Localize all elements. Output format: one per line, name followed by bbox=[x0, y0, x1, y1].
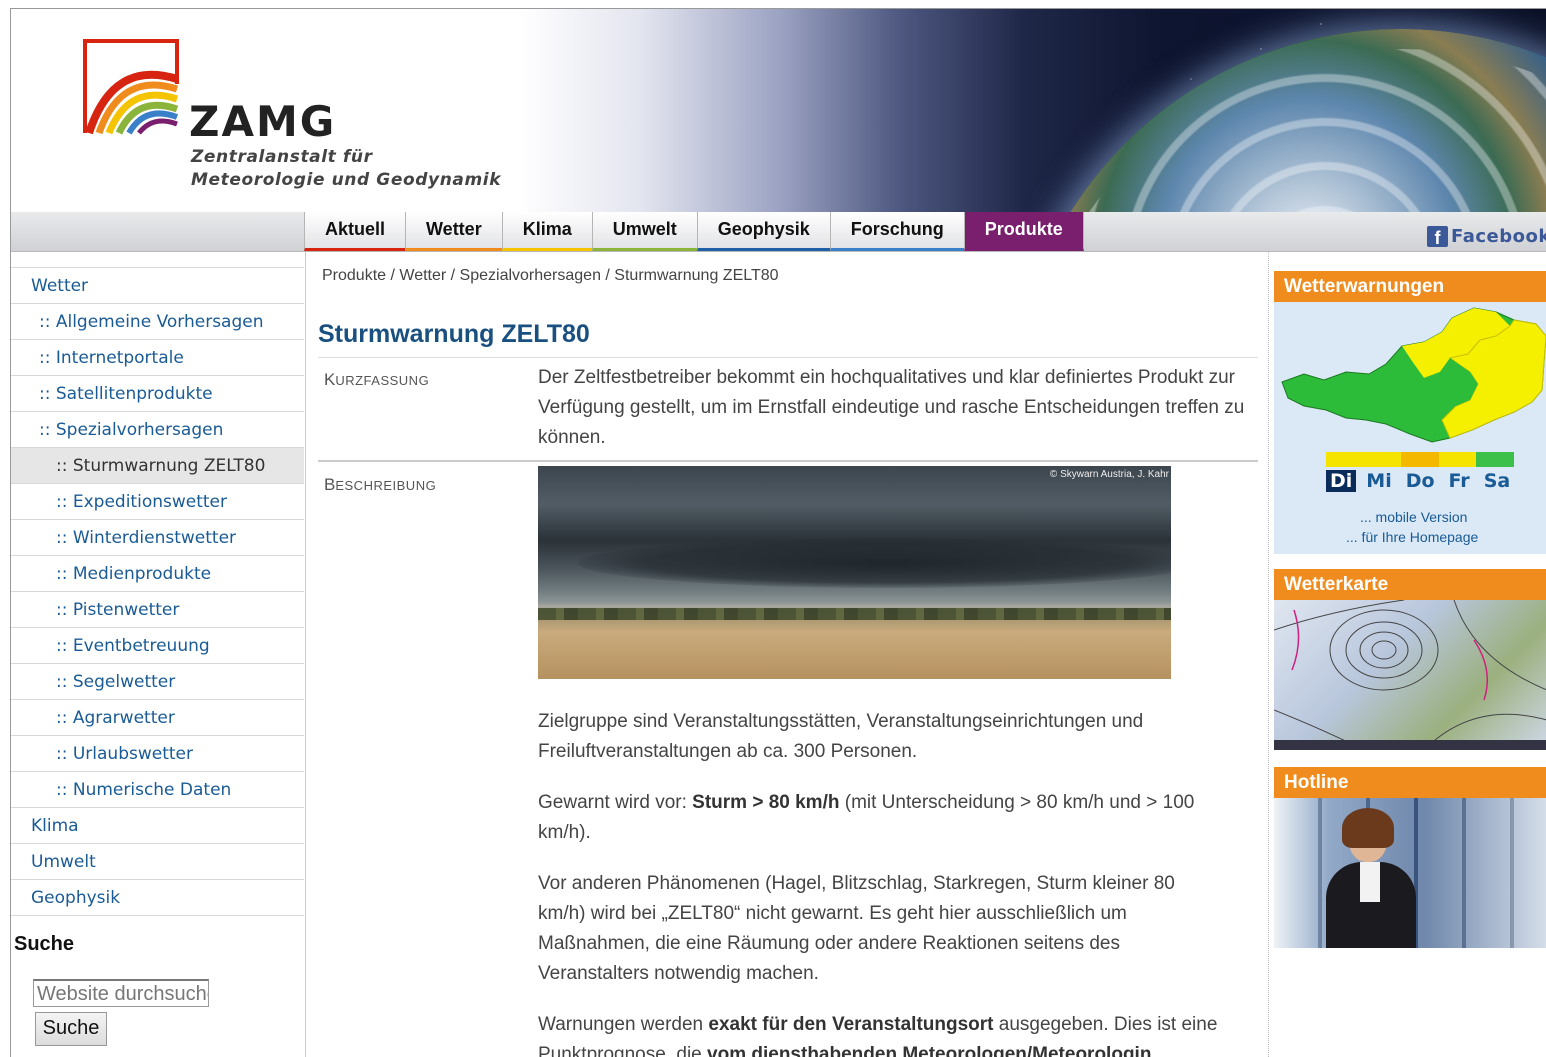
sidebar-item[interactable]: :: Numerische Daten bbox=[11, 772, 304, 808]
sidebar-item[interactable]: :: Winterdienstwetter bbox=[11, 520, 304, 556]
zamg-logo-icon[interactable] bbox=[83, 39, 179, 135]
sidebar-item[interactable]: :: Sturmwarnung ZELT80 bbox=[11, 448, 304, 484]
sidebar-navigation: Wetter:: Allgemeine Vorhersagen:: Intern… bbox=[11, 267, 304, 916]
warning-day-button[interactable]: Sa bbox=[1480, 470, 1515, 492]
sidebar-item[interactable]: :: Urlaubswetter bbox=[11, 736, 304, 772]
sidebar-item[interactable]: :: Spezialvorhersagen bbox=[11, 412, 304, 448]
facebook-link[interactable]: f Facebook bbox=[1427, 224, 1546, 248]
hotline-title[interactable]: Hotline bbox=[1274, 767, 1546, 798]
warning-day-button[interactable]: Di bbox=[1326, 470, 1357, 492]
wetterwarnungen-title[interactable]: Wetterwarnungen bbox=[1274, 271, 1546, 302]
mobile-version-link[interactable]: ... mobile Version bbox=[1360, 509, 1467, 525]
label-kurzfassung: KURZFASSUNG bbox=[324, 370, 430, 389]
nav-tab-produkte[interactable]: Produkte bbox=[963, 212, 1084, 251]
warning-level-bar bbox=[1326, 452, 1514, 467]
homepage-link[interactable]: ... für Ihre Homepage bbox=[1346, 529, 1478, 545]
warning-level-segment bbox=[1438, 452, 1477, 467]
warning-day-button[interactable]: Mi bbox=[1362, 470, 1395, 492]
sidebar-item[interactable]: :: Pistenwetter bbox=[11, 592, 304, 628]
page-title: Sturmwarnung ZELT80 bbox=[318, 320, 590, 348]
main-navigation: Aktuell Wetter Klima Umwelt Geophysik Forschu… bbox=[11, 212, 1546, 252]
nav-tab-geophysik[interactable]: Geophysik bbox=[696, 212, 830, 251]
label-beschreibung: BESCHREIBUNG bbox=[324, 475, 437, 494]
paragraph-gewarnt: Gewarnt wird vor: Sturm > 80 km/h (mit U… bbox=[538, 792, 1195, 843]
sidebar-item[interactable]: :: Allgemeine Vorhersagen bbox=[11, 304, 304, 340]
warning-level-segment bbox=[1401, 452, 1439, 467]
warning-level-segment bbox=[1326, 452, 1364, 467]
facebook-icon: f bbox=[1427, 225, 1448, 248]
storm-shelf-cloud-photo: © Skywarn Austria, J. Kahr bbox=[538, 466, 1171, 679]
sidebar-item[interactable]: :: Segelwetter bbox=[11, 664, 304, 700]
header-banner: ZAMG Zentralanstalt für Meteorologie und… bbox=[11, 9, 1546, 212]
photo-credit: © Skywarn Austria, J. Kahr bbox=[1049, 469, 1169, 480]
paragraph-phaenomene: Vor anderen Phänomenen (Hagel, Blitzschl… bbox=[538, 873, 1175, 984]
nav-tab-forschung[interactable]: Forschung bbox=[829, 212, 964, 251]
sidebar-item[interactable]: :: Expeditionswetter bbox=[11, 484, 304, 520]
logo-subtitle: Zentralanstalt für Meteorologie und Geod… bbox=[191, 147, 502, 190]
warning-day-button[interactable]: Fr bbox=[1445, 470, 1474, 492]
austria-warning-map[interactable] bbox=[1274, 302, 1546, 452]
sidebar-item[interactable]: :: Medienprodukte bbox=[11, 556, 304, 592]
paragraph-zielgruppe: Zielgruppe sind Veranstaltungsstätten, V… bbox=[538, 711, 1144, 762]
sidebar-item[interactable]: :: Internetportale bbox=[11, 340, 304, 376]
search-button[interactable]: Suche bbox=[35, 1012, 107, 1046]
sidebar-item[interactable]: Wetter bbox=[11, 268, 304, 304]
right-sidebar: Wetterwarnungen Di Mi Do Fr Sa ... mobile Ve… bbox=[1274, 271, 1546, 948]
logo-wordmark[interactable]: ZAMG bbox=[189, 97, 336, 146]
warning-level-segment bbox=[1476, 452, 1514, 467]
warning-day-selector: Di Mi Do Fr Sa bbox=[1326, 470, 1514, 492]
nav-tab-umwelt[interactable]: Umwelt bbox=[591, 212, 697, 251]
warning-day-button[interactable]: Do bbox=[1402, 470, 1439, 492]
sidebar-item[interactable]: :: Agrarwetter bbox=[11, 700, 304, 736]
page-frame: ZAMG Zentralanstalt für Meteorologie und… bbox=[10, 8, 1546, 1057]
sidebar-item[interactable]: :: Eventbetreuung bbox=[11, 628, 304, 664]
paragraph-warnungen: Warnungen werden exakt für den Veranstal… bbox=[538, 1014, 1218, 1057]
sidebar-item[interactable]: Umwelt bbox=[11, 844, 304, 880]
sidebar-item[interactable]: Klima bbox=[11, 808, 304, 844]
warning-level-segment bbox=[1363, 452, 1402, 467]
breadcrumb[interactable]: Produkte / Wetter / Spezialvorhersagen /… bbox=[322, 267, 779, 285]
nav-tab-wetter[interactable]: Wetter bbox=[405, 212, 502, 251]
search-heading: Suche bbox=[14, 933, 75, 955]
hotline-image[interactable] bbox=[1274, 798, 1546, 948]
nav-tab-aktuell[interactable]: Aktuell bbox=[304, 212, 406, 251]
wetterkarte-title[interactable]: Wetterkarte bbox=[1274, 569, 1546, 600]
sidebar-item[interactable]: Geophysik bbox=[11, 880, 304, 916]
warning-map-widget[interactable]: Di Mi Do Fr Sa ... mobile Version ... für Ih… bbox=[1274, 302, 1546, 554]
weather-map-image[interactable] bbox=[1274, 600, 1546, 750]
sidebar-item[interactable]: :: Satellitenprodukte bbox=[11, 376, 304, 412]
kurzfassung-text: Der Zeltfestbetreiber bekommt ein hochqu… bbox=[538, 367, 1245, 448]
nav-tab-klima[interactable]: Klima bbox=[501, 212, 592, 251]
search-input[interactable]: Website durchsuchen bbox=[33, 979, 209, 1007]
